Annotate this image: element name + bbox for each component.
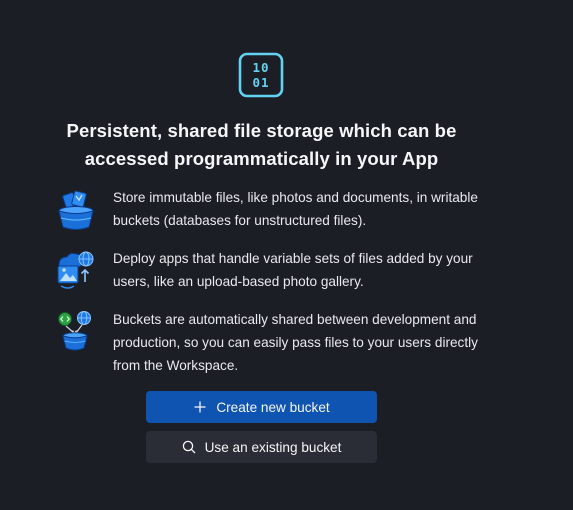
feature-text-store-files: Store immutable files, like photos and d…	[113, 190, 478, 228]
search-icon	[182, 440, 196, 454]
binary-row-1: 10	[252, 60, 269, 75]
binary-row-2: 01	[252, 75, 269, 90]
shared-bucket-icon	[58, 311, 91, 351]
use-existing-bucket-button[interactable]: Use an existing bucket	[146, 431, 377, 463]
upload-gallery-icon	[57, 251, 94, 289]
page-title: Persistent, shared file storage which ca…	[66, 120, 457, 169]
bucket-files-icon	[58, 190, 94, 230]
create-new-bucket-label: Create new bucket	[216, 399, 330, 415]
object-storage-empty-state: 10 01 Persistent, shared file storage wh…	[0, 0, 573, 510]
plus-icon	[194, 401, 206, 413]
feature-text-shared-buckets: Buckets are automatically shared between…	[113, 312, 478, 373]
create-new-bucket-button[interactable]: Create new bucket	[146, 391, 377, 423]
binary-storage-icon: 10 01	[238, 52, 284, 98]
feature-text-deploy-apps: Deploy apps that handle variable sets of…	[113, 251, 473, 289]
use-existing-bucket-label: Use an existing bucket	[204, 439, 342, 455]
